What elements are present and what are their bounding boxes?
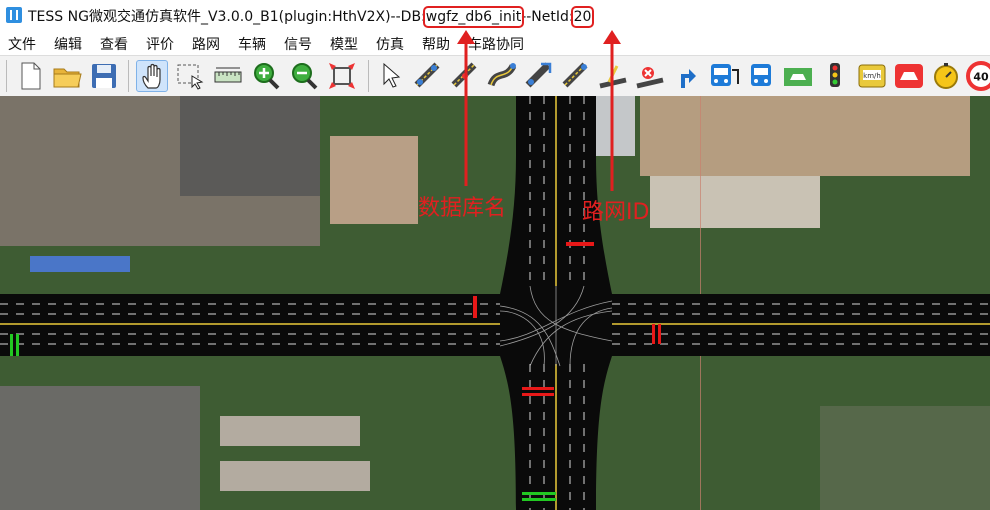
db-name-annotation: 数据库名: [418, 196, 507, 221]
vegetation-se: [820, 406, 990, 510]
map-svg: [0, 96, 990, 510]
db-name-highlight: wgfz_db6_init: [422, 6, 525, 28]
east-west-road: [0, 294, 990, 356]
signal-head-north[interactable]: [566, 242, 594, 246]
blue-roof: [30, 256, 130, 272]
signal-head-far-west-2[interactable]: [16, 334, 19, 356]
net-id-highlight: 20: [570, 6, 595, 28]
signal-head-south-1[interactable]: [522, 387, 554, 390]
signal-head-west[interactable]: [473, 296, 477, 318]
app-logo-icon: [6, 7, 22, 23]
building-block-nw3: [330, 136, 418, 224]
title-netid-sep: --NetId:: [521, 9, 574, 25]
net-id-annotation: 路网ID: [582, 200, 650, 225]
construction-site-ne: [640, 96, 970, 176]
title-prefix: TESS NG微观交通仿真软件_V3.0.0_B1(plugin:HthV2X)…: [28, 9, 426, 25]
signal-head-far-south-1[interactable]: [522, 492, 556, 495]
building-block-s1: [220, 416, 360, 446]
building-block-sw: [0, 386, 200, 510]
title-bar: TESS NG微观交通仿真软件_V3.0.0_B1(plugin:HthV2X)…: [0, 0, 990, 30]
building-block-ne2: [595, 96, 635, 156]
network-canvas[interactable]: [0, 96, 990, 510]
signal-head-far-west-1[interactable]: [10, 334, 13, 356]
building-block-ne: [650, 176, 820, 228]
signal-head-east-1[interactable]: [652, 324, 655, 344]
building-block-s2: [220, 461, 370, 491]
annotation-arrowheads: [457, 30, 621, 100]
signal-head-south-2[interactable]: [522, 393, 554, 396]
building-block-nw2: [180, 96, 320, 196]
window-title: TESS NG微观交通仿真软件_V3.0.0_B1(plugin:HthV2X)…: [28, 6, 595, 28]
signal-head-far-south-2[interactable]: [522, 498, 556, 501]
signal-head-east-2[interactable]: [658, 324, 661, 344]
